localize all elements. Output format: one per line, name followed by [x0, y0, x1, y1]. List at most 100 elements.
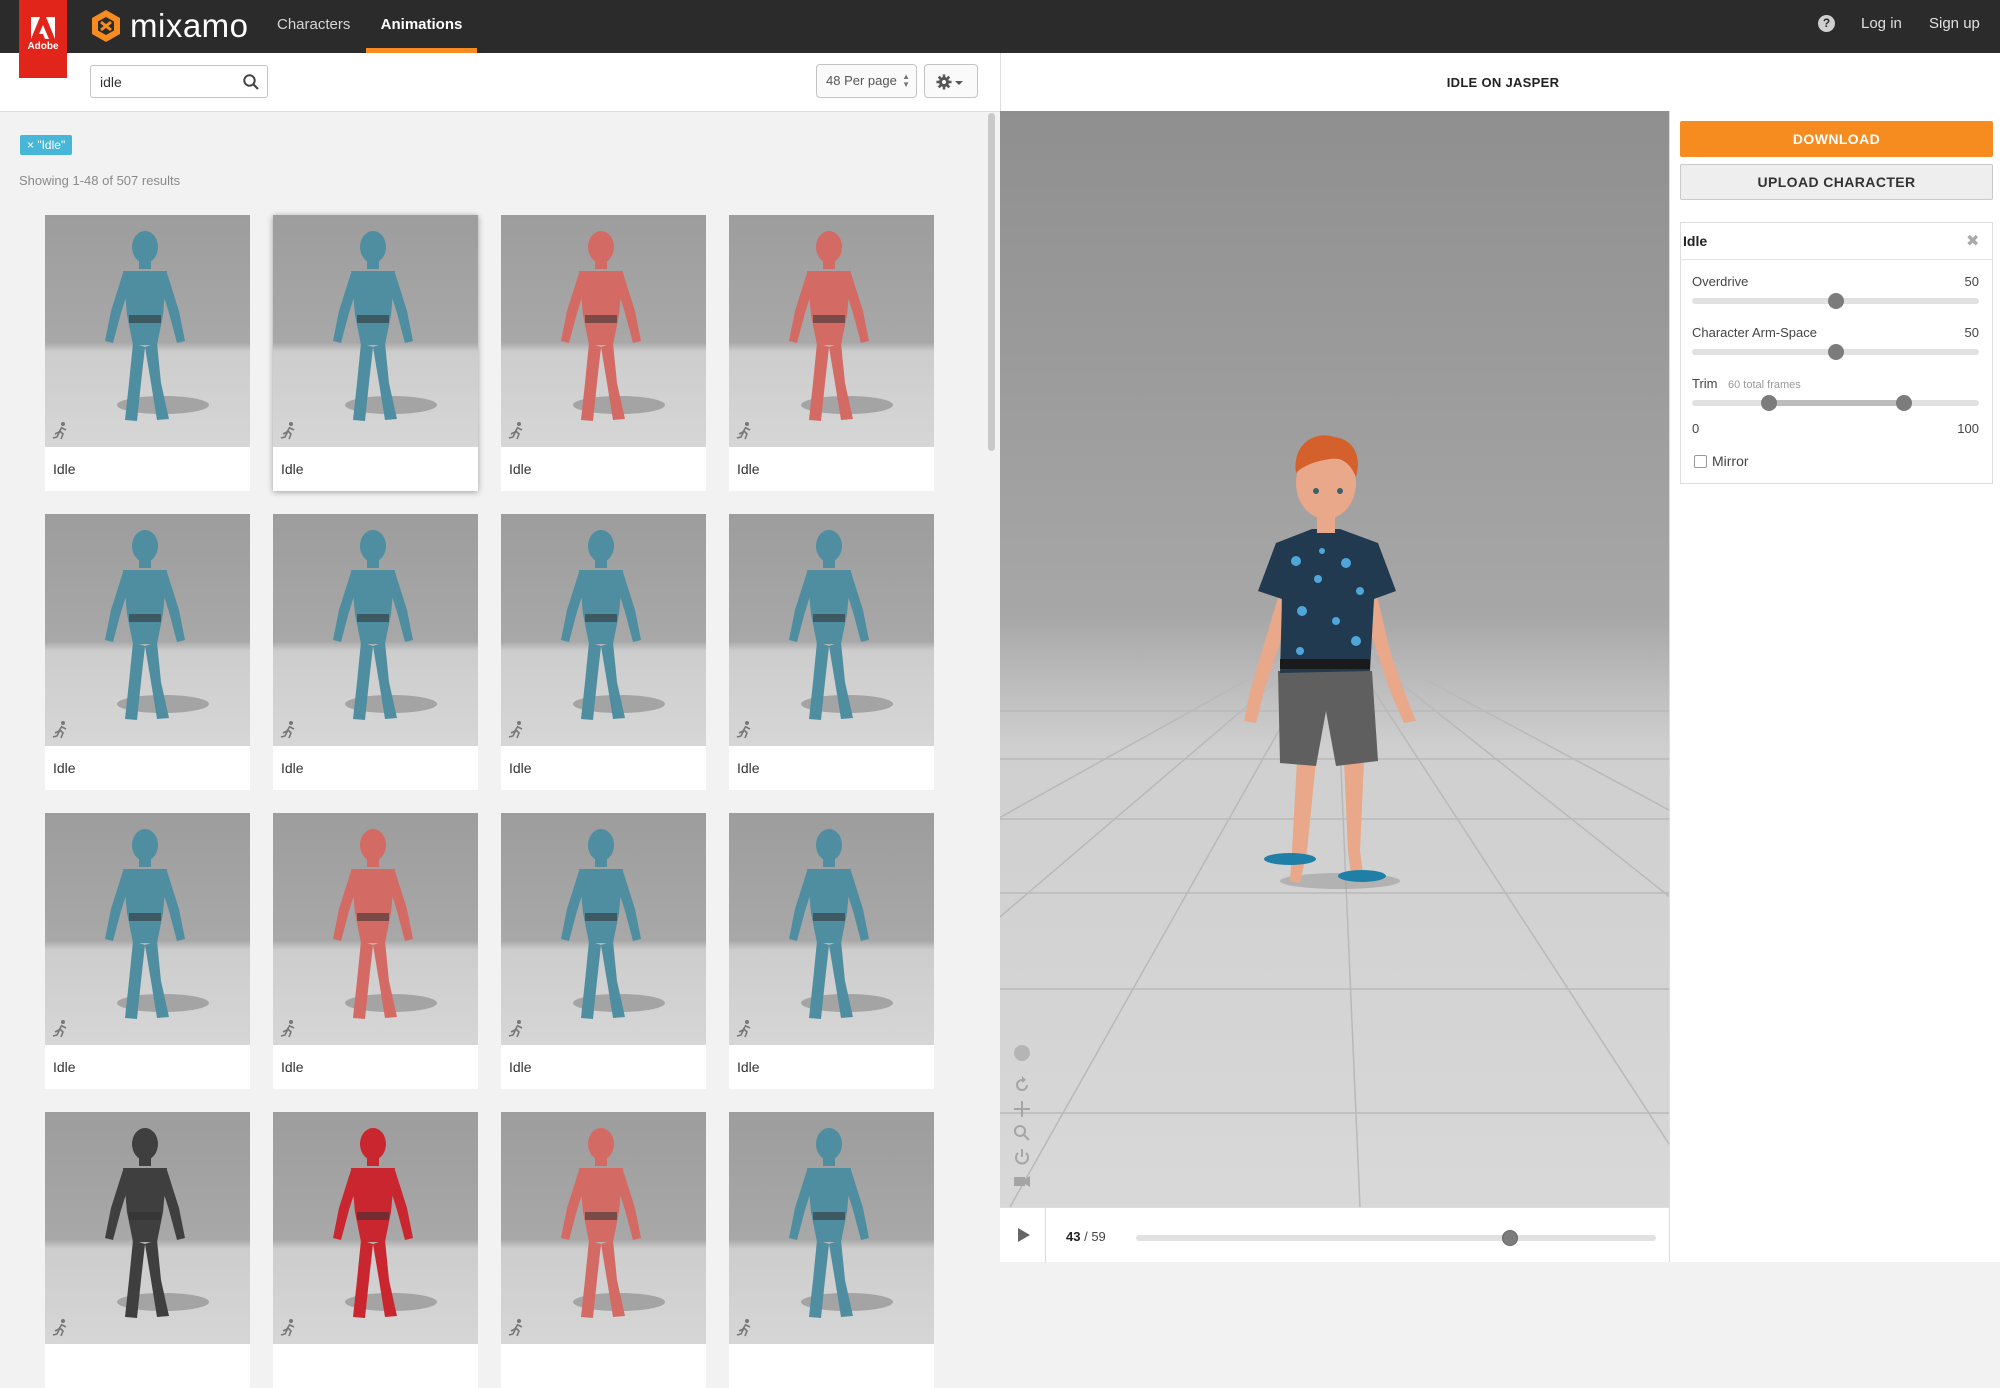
animation-type-icon	[736, 721, 751, 739]
overdrive-label: Overdrive	[1692, 274, 1749, 289]
animation-type-icon	[736, 422, 751, 440]
rotate-icon[interactable]	[1012, 1075, 1032, 1095]
play-button[interactable]	[1018, 1228, 1030, 1242]
signup-link[interactable]: Sign up	[1929, 15, 1980, 32]
gear-icon	[936, 74, 963, 90]
timeline-slider[interactable]	[1136, 1230, 1656, 1246]
frame-counter: 43 / 59	[1066, 1229, 1106, 1244]
animation-card[interactable]: Idle	[273, 813, 478, 1089]
tab-animations[interactable]: Animations	[366, 0, 477, 53]
upload-character-button[interactable]: UPLOAD CHARACTER	[1680, 164, 1993, 200]
overdrive-value: 50	[1964, 274, 1979, 289]
character-figure	[789, 1128, 893, 1318]
animation-thumbnail	[45, 215, 250, 447]
download-button[interactable]: DOWNLOAD	[1680, 121, 1993, 157]
animation-type-icon	[52, 1319, 67, 1337]
trim-slider[interactable]	[1692, 395, 1979, 411]
character-figure	[333, 829, 437, 1019]
animation-thumbnail	[45, 514, 250, 746]
help-icon[interactable]: ?	[1818, 15, 1835, 32]
animation-card[interactable]	[273, 1112, 478, 1388]
total-frames: 59	[1091, 1229, 1106, 1244]
animation-thumbnail	[273, 514, 478, 746]
mixamo-logo-icon	[92, 10, 120, 42]
per-page-select[interactable]: 48 Per page ▲ ▼	[816, 64, 917, 98]
mirror-checkbox[interactable]	[1694, 455, 1707, 468]
select-arrows-icon: ▲ ▼	[902, 72, 910, 89]
animation-type-icon	[508, 721, 523, 739]
playback-bar: 43 / 59	[1000, 1207, 1669, 1263]
animation-card-label: Idle	[509, 461, 532, 477]
animation-card-label: Idle	[509, 760, 532, 776]
animation-card-label: Idle	[509, 1059, 532, 1075]
tab-characters[interactable]: Characters	[277, 0, 350, 53]
animation-type-icon	[52, 721, 67, 739]
animation-type-icon	[52, 422, 67, 440]
character-figure	[789, 829, 893, 1019]
trim-range	[1769, 400, 1905, 406]
close-icon[interactable]: ✖	[1966, 231, 1979, 251]
animation-card[interactable]: Idle	[501, 215, 706, 491]
pan-icon[interactable]	[1012, 1099, 1032, 1119]
character-figure	[333, 1128, 437, 1318]
divider	[1680, 259, 1993, 260]
settings-title: Idle	[1683, 233, 1708, 249]
filter-tag-idle[interactable]: × "Idle"	[20, 135, 73, 155]
divider	[1045, 1208, 1046, 1263]
mirror-label[interactable]: Mirror	[1712, 453, 1749, 469]
animation-card[interactable]: Idle	[45, 813, 250, 1089]
settings-dropdown[interactable]	[924, 64, 978, 98]
character-figure	[333, 530, 437, 720]
search-icon[interactable]	[242, 73, 260, 91]
animation-type-icon	[508, 422, 523, 440]
scrollbar-thumb[interactable]	[988, 113, 995, 451]
animation-card[interactable]	[729, 1112, 934, 1388]
reset-icon[interactable]	[1012, 1147, 1032, 1167]
animation-card[interactable]	[501, 1112, 706, 1388]
animation-card[interactable]: Idle	[501, 813, 706, 1089]
search-box[interactable]	[90, 65, 268, 98]
animation-card-label: Idle	[53, 760, 76, 776]
animation-type-icon	[280, 1020, 295, 1038]
adobe-text: Adobe	[27, 41, 59, 52]
animation-card[interactable]: Idle	[729, 514, 934, 790]
character-figure	[333, 231, 437, 421]
animation-card[interactable]: Idle	[273, 215, 478, 491]
animation-card[interactable]: Idle	[729, 813, 934, 1089]
animation-card[interactable]	[45, 1112, 250, 1388]
3d-viewport[interactable]	[1000, 111, 1669, 1207]
trim-end-label: 100	[1957, 421, 1979, 436]
animation-card-label: Idle	[53, 461, 76, 477]
current-frame: 43	[1066, 1229, 1081, 1244]
arm-space-label: Character Arm-Space	[1692, 325, 1817, 340]
overdrive-slider[interactable]	[1692, 293, 1979, 309]
animation-card[interactable]: Idle	[501, 514, 706, 790]
smiley-icon[interactable]	[1012, 1043, 1032, 1063]
camera-icon[interactable]	[1012, 1171, 1032, 1191]
animation-card-label: Idle	[737, 760, 760, 776]
animation-thumbnail	[273, 215, 478, 447]
viewer-header: IDLE ON JASPER	[1000, 53, 2000, 112]
character-figure	[105, 1128, 209, 1318]
animation-card[interactable]: Idle	[729, 215, 934, 491]
mixamo-wordmark: mixamo	[130, 7, 249, 44]
arm-space-slider[interactable]	[1692, 344, 1979, 360]
arm-space-slider-thumb[interactable]	[1827, 344, 1844, 360]
overdrive-slider-thumb[interactable]	[1827, 293, 1844, 309]
animation-thumbnail	[729, 813, 934, 1045]
login-link[interactable]: Log in	[1861, 15, 1902, 32]
timeline-thumb[interactable]	[1502, 1230, 1519, 1246]
character-figure	[561, 1128, 665, 1318]
browse-toolbar: 48 Per page ▲▼	[0, 53, 1000, 112]
viewer-title: IDLE ON JASPER	[1446, 75, 1560, 90]
animation-card-label: Idle	[737, 461, 760, 477]
animation-card[interactable]: Idle	[45, 215, 250, 491]
animation-card[interactable]: Idle	[273, 514, 478, 790]
character-figure	[561, 231, 665, 421]
settings-panel: DOWNLOAD UPLOAD CHARACTER Idle ✖ Overdri…	[1669, 111, 2000, 1262]
zoom-icon[interactable]	[1012, 1123, 1032, 1143]
animation-card[interactable]: Idle	[45, 514, 250, 790]
adobe-logo[interactable]: Adobe	[19, 0, 67, 78]
search-input[interactable]	[100, 72, 230, 92]
mixamo-logo[interactable]: mixamo	[88, 6, 249, 46]
